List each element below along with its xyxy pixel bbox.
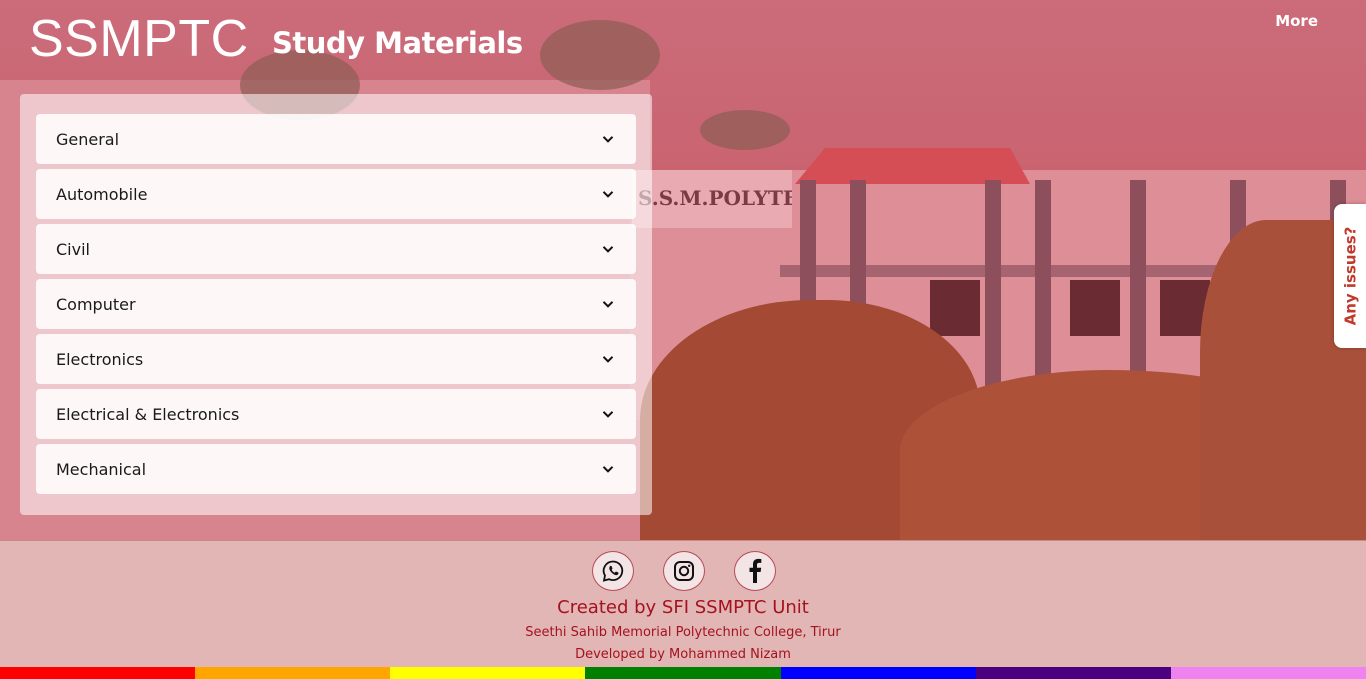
whatsapp-button[interactable] — [592, 551, 634, 591]
site-logo[interactable]: SSMPTC — [29, 9, 249, 69]
more-link[interactable]: More — [1275, 12, 1318, 30]
chevron-down-icon — [602, 246, 614, 253]
departments-accordion: General Automobile Civil Computer Electronic… — [20, 94, 652, 515]
accordion-item-automobile[interactable]: Automobile — [36, 169, 636, 219]
rainbow-segment — [195, 667, 391, 679]
whatsapp-icon — [602, 560, 624, 582]
facebook-button[interactable] — [734, 551, 776, 591]
accordion-item-label: General — [56, 129, 120, 149]
accordion-item-label: Civil — [56, 239, 90, 259]
chevron-down-icon — [602, 356, 614, 363]
rainbow-segment — [0, 667, 196, 679]
instagram-icon — [674, 561, 694, 581]
site-header: SSMPTC Study Materials More — [0, 0, 1366, 80]
rainbow-segment — [975, 667, 1171, 679]
accordion-item-label: Electrical & Electronics — [56, 404, 240, 424]
accordion-item-electrical-electronics[interactable]: Electrical & Electronics — [36, 389, 636, 439]
rainbow-segment — [1170, 667, 1366, 679]
instagram-button[interactable] — [663, 551, 705, 591]
accordion-item-computer[interactable]: Computer — [36, 279, 636, 329]
developer-credit: Developed by Mohammed Nizam — [575, 647, 791, 662]
accordion-item-electronics[interactable]: Electronics — [36, 334, 636, 384]
page-title: Study Materials — [272, 26, 523, 60]
chevron-down-icon — [602, 191, 614, 198]
facebook-icon — [749, 558, 762, 583]
rainbow-segment — [390, 667, 586, 679]
chevron-down-icon — [602, 136, 614, 143]
created-by-text: Created by SFI SSMPTC Unit — [557, 597, 809, 618]
rainbow-segment — [780, 667, 976, 679]
any-issues-label: Any issues? — [1341, 226, 1359, 326]
accordion-item-label: Computer — [56, 294, 136, 314]
accordion-item-general[interactable]: General — [36, 114, 636, 164]
site-footer: Created by SFI SSMPTC Unit Seethi Sahib … — [0, 541, 1366, 667]
chevron-down-icon — [602, 411, 614, 418]
chevron-down-icon — [602, 466, 614, 473]
accordion-item-label: Mechanical — [56, 459, 147, 479]
chevron-down-icon — [602, 301, 614, 308]
accordion-item-civil[interactable]: Civil — [36, 224, 636, 274]
college-sign: S.S.M.POLYTECHNIC — [632, 170, 792, 228]
college-name-text: Seethi Sahib Memorial Polytechnic Colleg… — [525, 625, 841, 640]
accordion-item-mechanical[interactable]: Mechanical — [36, 444, 636, 494]
accordion-item-label: Electronics — [56, 349, 144, 369]
rainbow-bar — [0, 667, 1366, 679]
any-issues-tab[interactable]: Any issues? — [1334, 204, 1366, 348]
social-links — [592, 551, 776, 591]
accordion-item-label: Automobile — [56, 184, 148, 204]
rainbow-segment — [585, 667, 781, 679]
